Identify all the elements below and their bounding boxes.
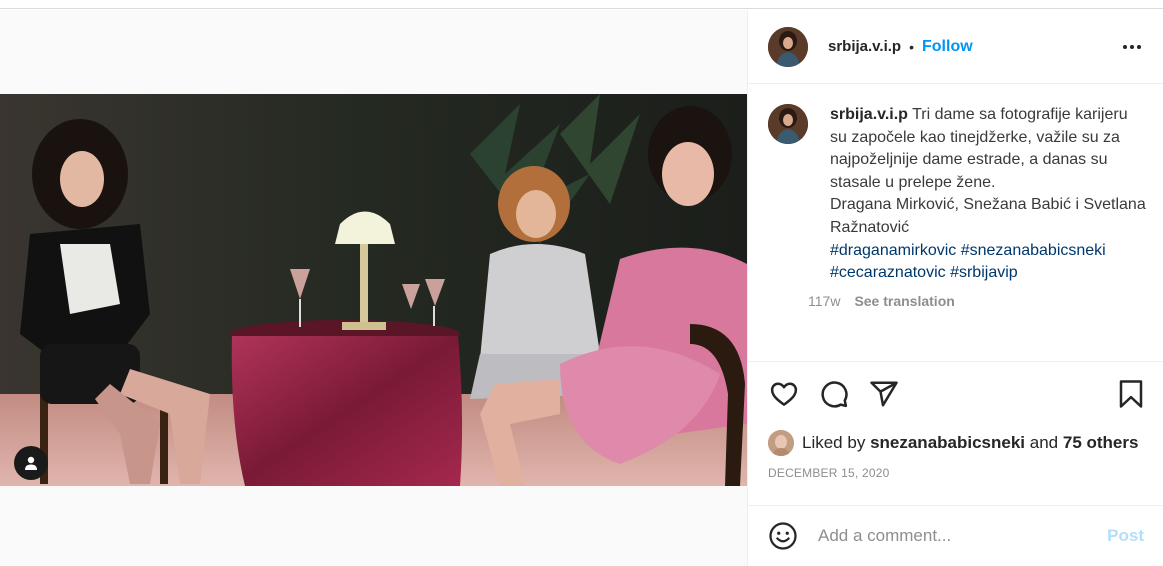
- comment-icon: [821, 381, 848, 408]
- post-date[interactable]: DECEMBER 15, 2020: [748, 466, 1163, 480]
- avatar[interactable]: [768, 26, 808, 67]
- caption-area: srbija.v.i.p Tri dame sa fotografije kar…: [748, 84, 1163, 362]
- share-icon: [870, 381, 898, 407]
- tagged-users-button[interactable]: [14, 446, 48, 480]
- bookmark-icon: [1119, 380, 1143, 408]
- caption-meta: 117w See translation: [808, 293, 1148, 309]
- liker-avatar-image: [768, 430, 794, 456]
- user-tag-icon: [25, 456, 37, 470]
- liked-by-and: and: [1029, 433, 1059, 452]
- header-username[interactable]: srbija.v.i.p: [828, 38, 901, 55]
- heart-icon: [770, 382, 798, 406]
- liked-by-user[interactable]: snezanababicsneki: [870, 433, 1025, 453]
- liked-by-others[interactable]: 75 others: [1063, 433, 1139, 453]
- comment-button[interactable]: [818, 378, 850, 410]
- save-button[interactable]: [1115, 378, 1147, 410]
- separator-dot: •: [909, 38, 914, 55]
- hashtag-link[interactable]: #cecaraznatovic: [830, 264, 946, 281]
- caption-names: Dragana Mirković, Snežana Babić i Svetla…: [830, 196, 1146, 236]
- more-options-icon[interactable]: [1121, 39, 1143, 55]
- caption: srbija.v.i.p Tri dame sa fotografije kar…: [830, 104, 1148, 285]
- post-age[interactable]: 117w: [808, 293, 840, 309]
- liked-by-prefix: Liked by: [802, 433, 866, 452]
- post-comment-button[interactable]: Post: [1107, 526, 1144, 546]
- avatar-image: [768, 26, 808, 67]
- hashtag-link[interactable]: #draganamirkovic: [830, 242, 956, 259]
- hashtag-link[interactable]: #srbijavip: [950, 264, 1018, 281]
- avatar-image: [768, 104, 808, 144]
- hashtag-link[interactable]: #snezanababicsneki: [961, 242, 1106, 259]
- caption-avatar[interactable]: [768, 104, 808, 144]
- like-button[interactable]: [768, 378, 800, 410]
- share-button[interactable]: [868, 378, 900, 410]
- post-side-panel: srbija.v.i.p • Follow srbija.v.i.p Tri d…: [747, 10, 1163, 566]
- liker-avatar[interactable]: [768, 430, 794, 456]
- emoji-icon[interactable]: [768, 521, 798, 551]
- post-photo: [0, 94, 747, 486]
- comment-bar: Post: [748, 505, 1163, 566]
- top-border: [0, 0, 1163, 9]
- post-header: srbija.v.i.p • Follow: [748, 10, 1163, 84]
- comment-input[interactable]: [818, 526, 1108, 546]
- media-pane: [0, 10, 747, 566]
- likes-summary: Liked by snezanababicsneki and 75 others: [748, 426, 1163, 460]
- photo-illustration: [0, 94, 747, 486]
- follow-button[interactable]: Follow: [922, 38, 973, 56]
- see-translation-button[interactable]: See translation: [854, 293, 954, 309]
- action-bar: [748, 362, 1163, 426]
- caption-username[interactable]: srbija.v.i.p: [830, 106, 908, 123]
